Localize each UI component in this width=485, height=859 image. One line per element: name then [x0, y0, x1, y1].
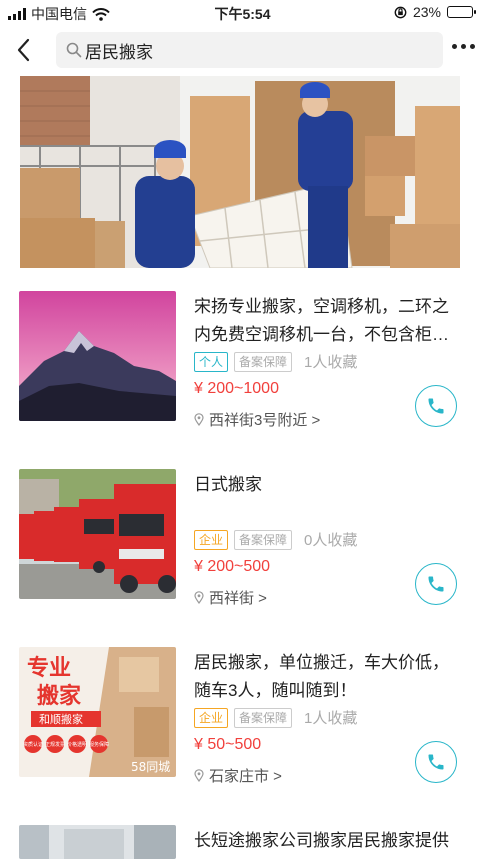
ad-ribbon: 和顺搬家 — [39, 712, 83, 726]
listing-title[interactable]: 宋扬专业搬家，空调移机，二环之内免费空调移机一台，不包含柜… — [194, 293, 464, 349]
price-range: ¥ 50~500 — [194, 736, 262, 753]
search-query: 居民搬家 — [85, 42, 153, 62]
listing-thumbnail: 专业 搬家 和顺搬家 资质认证 正规发票 价格透明 服务保障 58同城 — [19, 647, 176, 777]
call-button[interactable] — [415, 741, 457, 783]
search-icon — [66, 42, 82, 58]
back-button[interactable] — [14, 36, 38, 64]
call-button[interactable] — [415, 385, 457, 427]
tag-type: 企业 — [194, 707, 229, 728]
listing-thumbnail — [19, 291, 176, 421]
battery-percent: 23% — [412, 4, 441, 20]
favorites-count: 1人收藏 — [304, 354, 358, 371]
more-dot-icon — [470, 44, 475, 49]
banner-image[interactable] — [20, 76, 460, 268]
listing-item[interactable]: 长短途搬家公司搬家居民搬家提供 — [0, 825, 485, 859]
warehouse-photo — [19, 825, 176, 859]
location-text: 西祥街 > — [209, 590, 267, 607]
ad-badge: 服务保障 — [89, 741, 109, 748]
search-input[interactable]: 居民搬家 — [56, 32, 443, 68]
more-options-button[interactable] — [452, 44, 475, 49]
location-link[interactable]: 石家庄市 > — [194, 765, 282, 786]
more-dot-icon — [452, 44, 457, 49]
tag-guarantee: 备案保障 — [234, 707, 293, 728]
listing-thumbnail — [19, 469, 176, 599]
orientation-lock-icon — [394, 6, 407, 18]
favorites-count: 1人收藏 — [304, 710, 358, 727]
ad-text-line2: 搬家 — [37, 683, 82, 709]
movers-photo — [20, 76, 460, 268]
ad-badge: 正规发票 — [45, 741, 65, 748]
trucks-photo — [19, 469, 176, 599]
phone-icon — [428, 576, 444, 592]
battery-icon — [447, 6, 476, 18]
nav-bar: 居民搬家 — [0, 30, 485, 70]
location-link[interactable]: 西祥街 > — [194, 587, 267, 608]
ad-brand: 58同城 — [131, 760, 170, 774]
listing-item[interactable]: 专业 搬家 和顺搬家 资质认证 正规发票 价格透明 服务保障 58同城 居民搬家… — [0, 647, 485, 807]
location-link[interactable]: 西祥街3号附近 > — [194, 409, 320, 430]
phone-icon — [428, 754, 444, 770]
favorites-count: 0人收藏 — [304, 532, 358, 549]
listing-title[interactable]: 长短途搬家公司搬家居民搬家提供 — [194, 827, 464, 855]
listing-item[interactable]: 宋扬专业搬家，空调移机，二环之内免费空调移机一台，不包含柜… 个人 备案保障 1… — [0, 291, 485, 451]
ad-text-line1: 专业 — [27, 655, 71, 681]
tag-guarantee: 备案保障 — [234, 351, 293, 372]
more-dot-icon — [461, 44, 466, 49]
tag-guarantee: 备案保障 — [234, 529, 293, 550]
chevron-left-icon — [17, 38, 30, 62]
listing-title[interactable]: 日式搬家 — [194, 471, 464, 499]
moving-ad-image: 专业 搬家 和顺搬家 资质认证 正规发票 价格透明 服务保障 58同城 — [19, 647, 176, 777]
listing-thumbnail — [19, 825, 176, 859]
tag-type: 个人 — [194, 351, 229, 372]
location-pin-icon — [194, 413, 204, 426]
location-pin-icon — [194, 769, 204, 782]
call-button[interactable] — [415, 563, 457, 605]
location-text: 石家庄市 > — [209, 768, 282, 785]
ad-badge: 资质认证 — [23, 741, 43, 748]
mountain-photo — [19, 291, 176, 421]
ad-badge: 价格透明 — [67, 741, 87, 748]
phone-icon — [428, 398, 444, 414]
status-bar: 中国电信 下午5:54 23% — [0, 0, 485, 26]
tag-type: 企业 — [194, 529, 229, 550]
location-text: 西祥街3号附近 > — [209, 412, 321, 429]
price-range: ¥ 200~1000 — [194, 380, 279, 397]
price-range: ¥ 200~500 — [194, 558, 271, 575]
listing-title[interactable]: 居民搬家，单位搬迁，车大价低，随车3人，随叫随到！ — [194, 649, 464, 705]
location-pin-icon — [194, 591, 204, 604]
listing-item[interactable]: 日式搬家 企业 备案保障 0人收藏 ¥ 200~500 西祥街 > — [0, 469, 485, 629]
